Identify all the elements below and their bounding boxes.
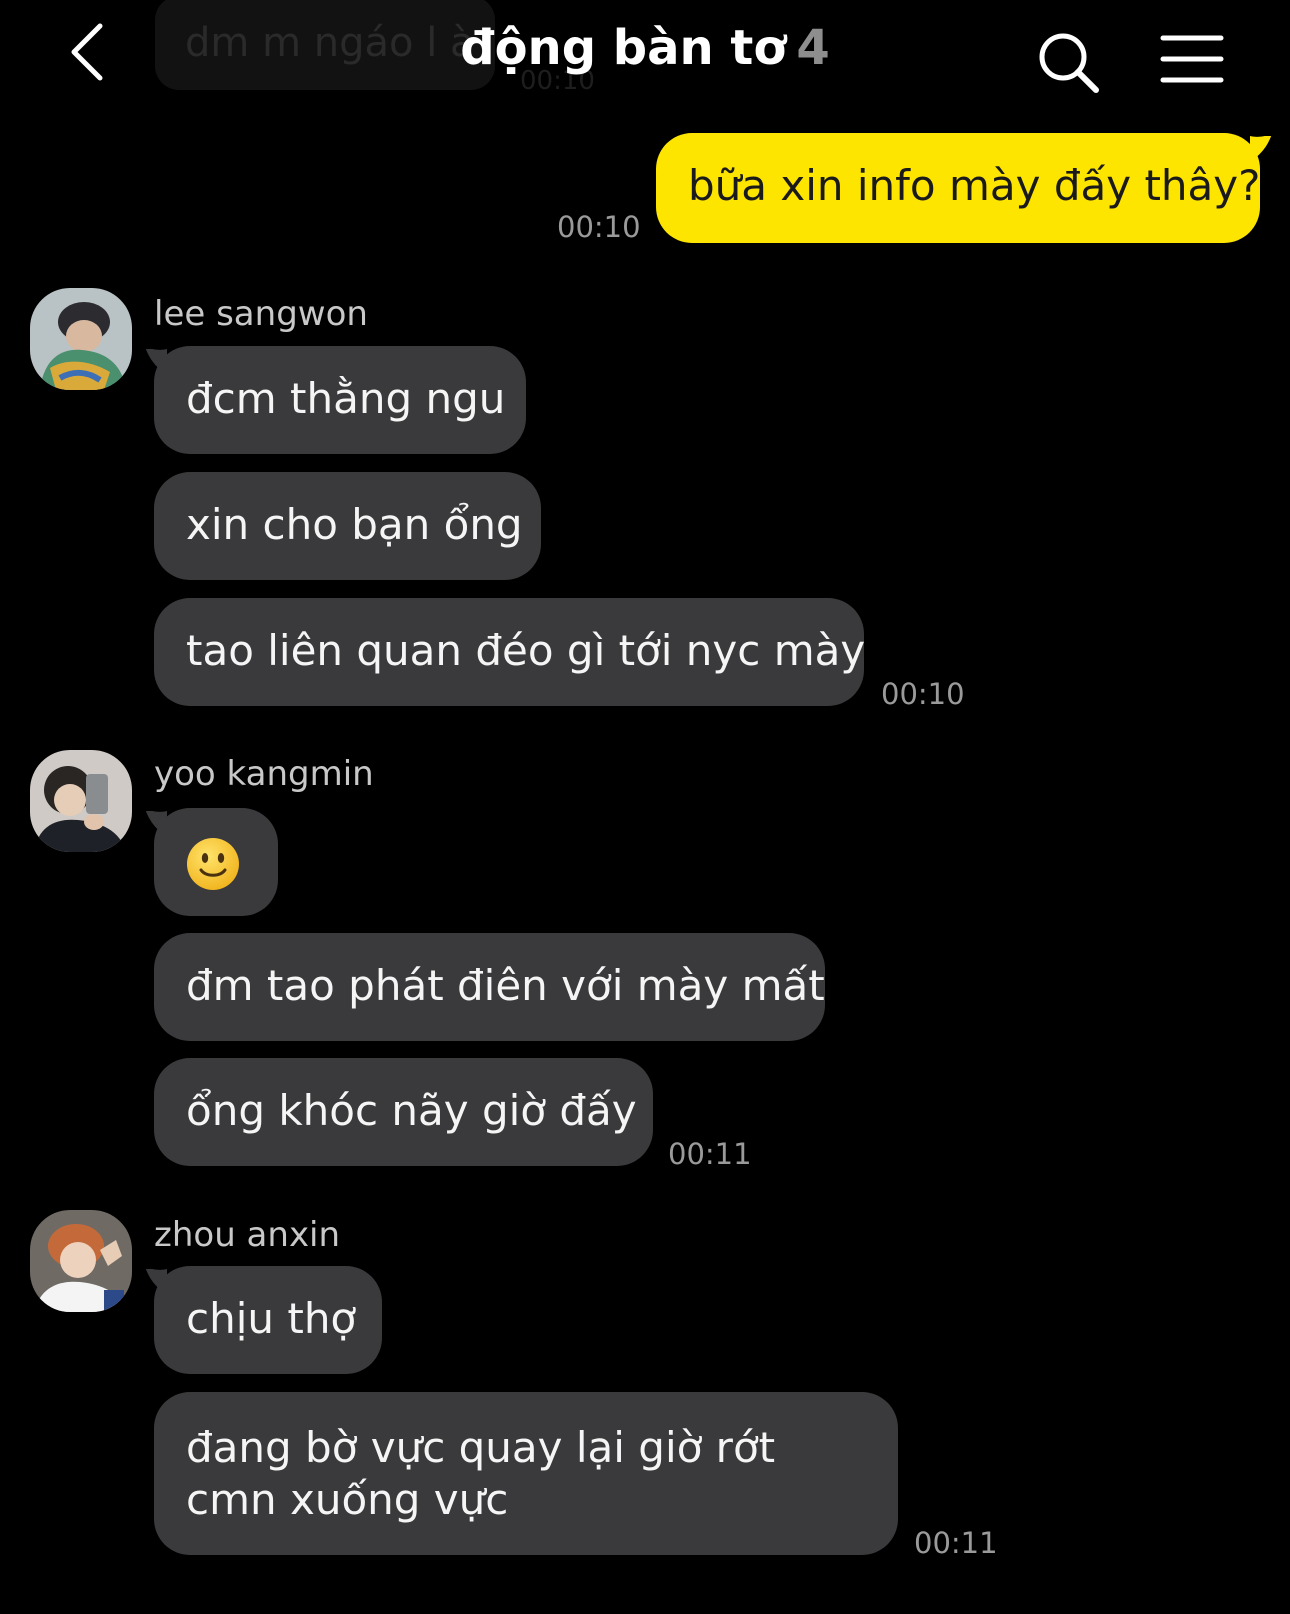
search-icon xyxy=(1039,33,1099,93)
profile-photo xyxy=(30,750,132,852)
message-text: chịu thợ xyxy=(186,1294,357,1343)
message-bubble[interactable]: ổng khóc nãy giờ đấy xyxy=(154,1058,653,1166)
sender-name: zhou anxin xyxy=(154,1215,341,1255)
search-button[interactable] xyxy=(1036,30,1102,96)
message-text: ổng khóc nãy giờ đấy xyxy=(186,1086,637,1135)
scrolled-message-time: 00:10 xyxy=(520,66,595,96)
my-message-bubble[interactable]: bữa xin info mày đấy thây? xyxy=(656,133,1260,243)
back-button[interactable] xyxy=(62,22,122,82)
sender-name: lee sangwon xyxy=(154,294,368,334)
message-bubble[interactable]: đcm thằng ngu xyxy=(154,346,526,454)
message-bubble[interactable]: chịu thợ xyxy=(154,1266,382,1374)
message-text: bữa xin info mày đấy thây? xyxy=(688,161,1261,210)
message-bubble[interactable]: xin cho bạn ổng xyxy=(154,472,541,580)
message-time: 00:10 xyxy=(881,677,965,711)
bubble-tail xyxy=(1250,136,1272,162)
message-text: đm tao phát điên với mày mất xyxy=(186,961,825,1010)
profile-photo xyxy=(30,288,132,390)
chevron-left-icon xyxy=(71,23,103,81)
avatar-yoo-kangmin[interactable] xyxy=(30,750,132,852)
message-text: tao liên quan đéo gì tới nyc mày xyxy=(186,626,866,675)
message-bubble[interactable]: đang bờ vực quay lại giờ rớt cmn xuống v… xyxy=(154,1392,898,1555)
message-time: 00:11 xyxy=(914,1526,998,1560)
avatar-lee-sangwon[interactable] xyxy=(30,288,132,390)
member-count: 4 xyxy=(796,20,830,76)
menu-button[interactable] xyxy=(1160,32,1224,86)
chat-header: dm m ngáo l à 00:10 động bàn tơ 4 xyxy=(0,0,1290,110)
avatar-zhou-anxin[interactable] xyxy=(30,1210,132,1312)
message-time: 00:10 xyxy=(557,210,641,244)
message-text: xin cho bạn ổng xyxy=(186,500,523,549)
message-text: đcm thằng ngu xyxy=(186,374,506,423)
message-bubble[interactable]: tao liên quan đéo gì tới nyc mày xyxy=(154,598,866,706)
slightly-smiling-face-icon xyxy=(187,837,239,890)
scrolled-message-behind-header: dm m ngáo l à xyxy=(155,0,495,90)
chat-title: động bàn tơ xyxy=(460,20,787,76)
profile-photo xyxy=(30,1210,132,1312)
message-bubble[interactable]: đm tao phát điên với mày mất xyxy=(154,933,825,1041)
message-text: đang bờ vực quay lại giờ rớt cmn xuống v… xyxy=(186,1423,776,1524)
sender-name: yoo kangmin xyxy=(154,754,374,794)
message-time: 00:11 xyxy=(668,1137,752,1171)
message-bubble[interactable] xyxy=(154,808,278,916)
hamburger-menu-icon xyxy=(1160,35,1224,83)
